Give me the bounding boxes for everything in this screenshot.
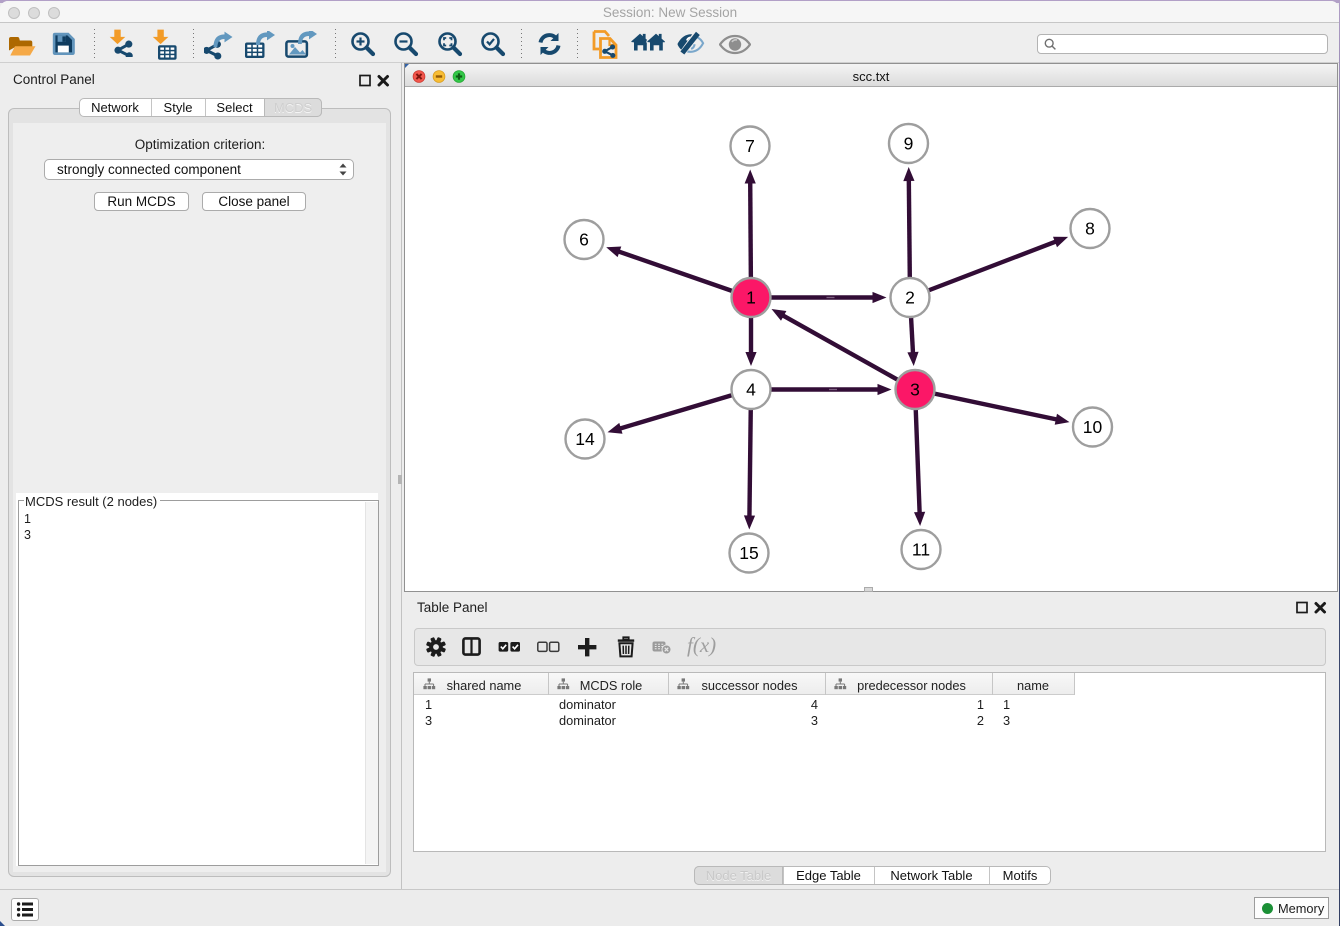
svg-text:6: 6 [579,230,589,250]
svg-text:2: 2 [905,288,915,308]
svg-text:3: 3 [910,380,920,400]
svg-text:8: 8 [1085,219,1095,239]
svg-text:7: 7 [745,136,755,156]
svg-text:14: 14 [575,429,595,449]
svg-text:10: 10 [1083,417,1103,437]
svg-text:9: 9 [904,134,914,154]
svg-text:1: 1 [746,288,756,308]
svg-text:15: 15 [739,543,758,563]
svg-text:11: 11 [912,540,930,560]
svg-text:4: 4 [746,380,756,400]
